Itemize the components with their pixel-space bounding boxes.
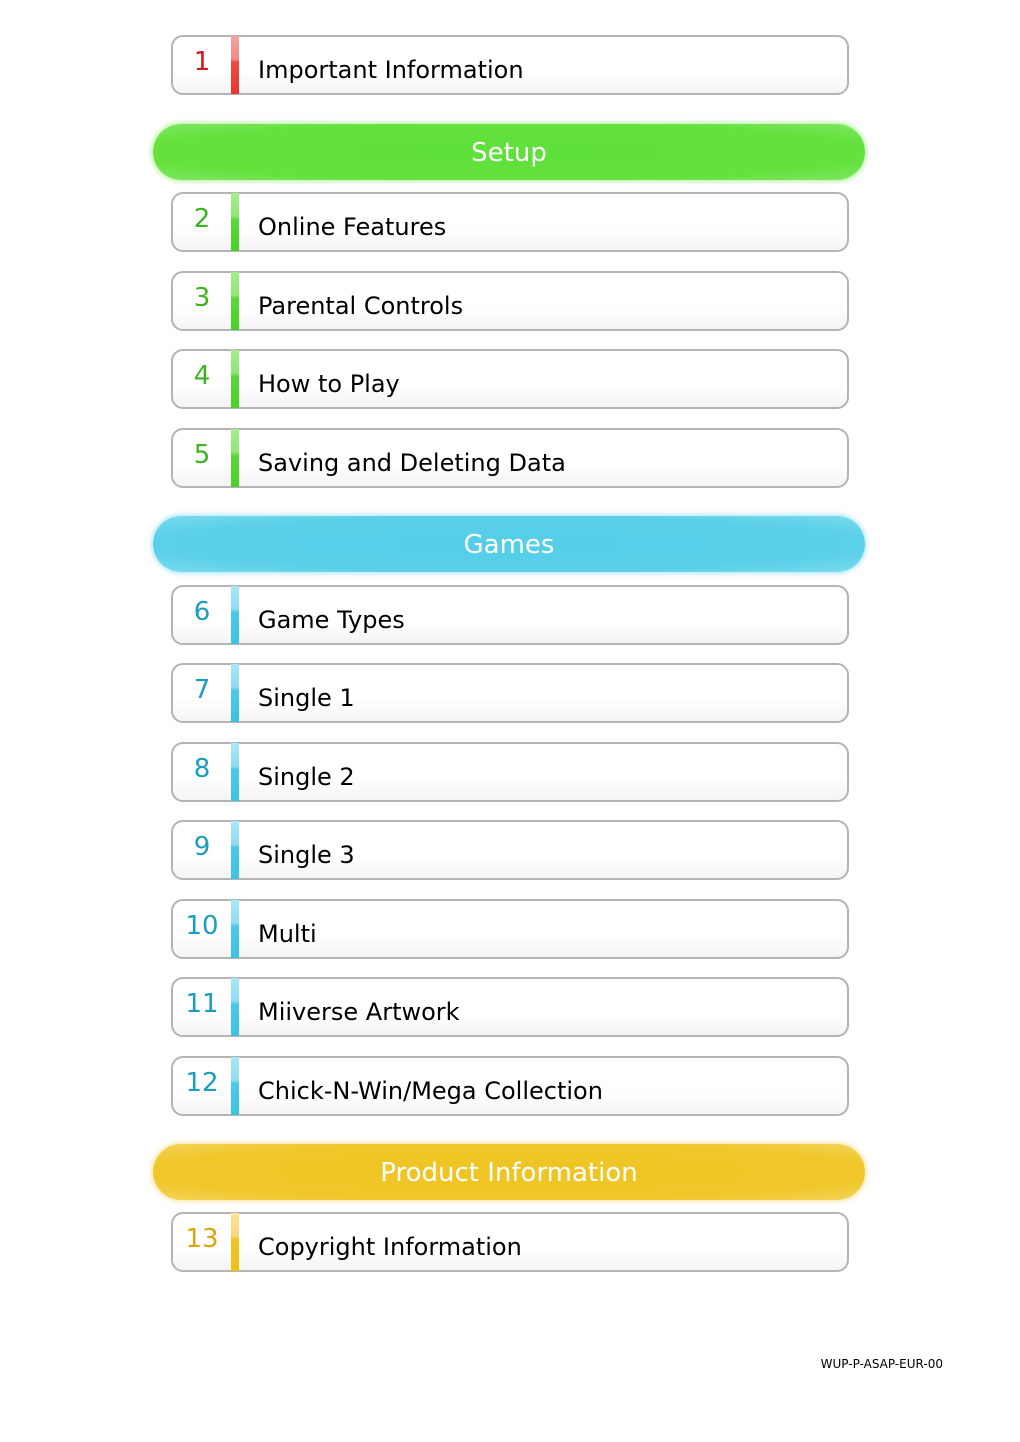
accent-bar: [231, 350, 239, 408]
item-number: 2: [193, 204, 211, 234]
accent-bar: [231, 272, 239, 330]
item-label: Important Information: [258, 56, 524, 84]
item-label: How to Play: [258, 370, 400, 398]
item-number: 6: [193, 597, 211, 627]
item-number: 5: [193, 440, 211, 470]
accent-bar: [231, 664, 239, 722]
section-header-product-information: Product Information: [153, 1144, 865, 1200]
accent-bar: [231, 821, 239, 879]
toc-item-how-to-play[interactable]: 4 How to Play: [171, 349, 849, 409]
item-label: Multi: [258, 920, 317, 948]
accent-bar: [231, 1213, 239, 1271]
toc-item-important-information[interactable]: 1 Important Information: [171, 35, 849, 95]
item-label: Online Features: [258, 213, 447, 241]
item-number: 13: [185, 1224, 219, 1254]
item-number: 4: [193, 361, 211, 391]
item-number: 12: [185, 1068, 219, 1098]
accent-bar: [231, 36, 239, 94]
toc-item-parental-controls[interactable]: 3 Parental Controls: [171, 271, 849, 331]
accent-bar: [231, 193, 239, 251]
accent-bar: [231, 978, 239, 1036]
item-label: Saving and Deleting Data: [258, 449, 566, 477]
accent-bar: [231, 1057, 239, 1115]
item-label: Single 2: [258, 763, 355, 791]
toc-item-game-types[interactable]: 6 Game Types: [171, 585, 849, 645]
item-number: 10: [185, 911, 219, 941]
section-header-games: Games: [153, 516, 865, 572]
toc-item-online-features[interactable]: 2 Online Features: [171, 192, 849, 252]
item-label: Chick-N-Win/Mega Collection: [258, 1077, 603, 1105]
item-number: 1: [193, 47, 211, 77]
section-header-setup: Setup: [153, 124, 865, 180]
toc-item-multi[interactable]: 10 Multi: [171, 899, 849, 959]
toc-item-copyright-information[interactable]: 13 Copyright Information: [171, 1212, 849, 1272]
item-number: 9: [193, 832, 211, 862]
accent-bar: [231, 743, 239, 801]
accent-bar: [231, 586, 239, 644]
toc-item-chick-n-win-mega-collection[interactable]: 12 Chick-N-Win/Mega Collection: [171, 1056, 849, 1116]
item-label: Single 1: [258, 684, 355, 712]
item-label: Game Types: [258, 606, 405, 634]
toc-item-saving-and-deleting-data[interactable]: 5 Saving and Deleting Data: [171, 428, 849, 488]
document-code: WUP-P-ASAP-EUR-00: [820, 1357, 943, 1371]
accent-bar: [231, 429, 239, 487]
item-number: 7: [193, 675, 211, 705]
toc-item-single-2[interactable]: 8 Single 2: [171, 742, 849, 802]
item-label: Parental Controls: [258, 292, 464, 320]
accent-bar: [231, 900, 239, 958]
item-label: Miiverse Artwork: [258, 998, 460, 1026]
toc-item-miiverse-artwork[interactable]: 11 Miiverse Artwork: [171, 977, 849, 1037]
item-number: 3: [193, 283, 211, 313]
item-label: Single 3: [258, 841, 355, 869]
item-number: 11: [185, 989, 219, 1019]
toc-item-single-1[interactable]: 7 Single 1: [171, 663, 849, 723]
item-label: Copyright Information: [258, 1233, 522, 1261]
toc-item-single-3[interactable]: 9 Single 3: [171, 820, 849, 880]
item-number: 8: [193, 754, 211, 784]
